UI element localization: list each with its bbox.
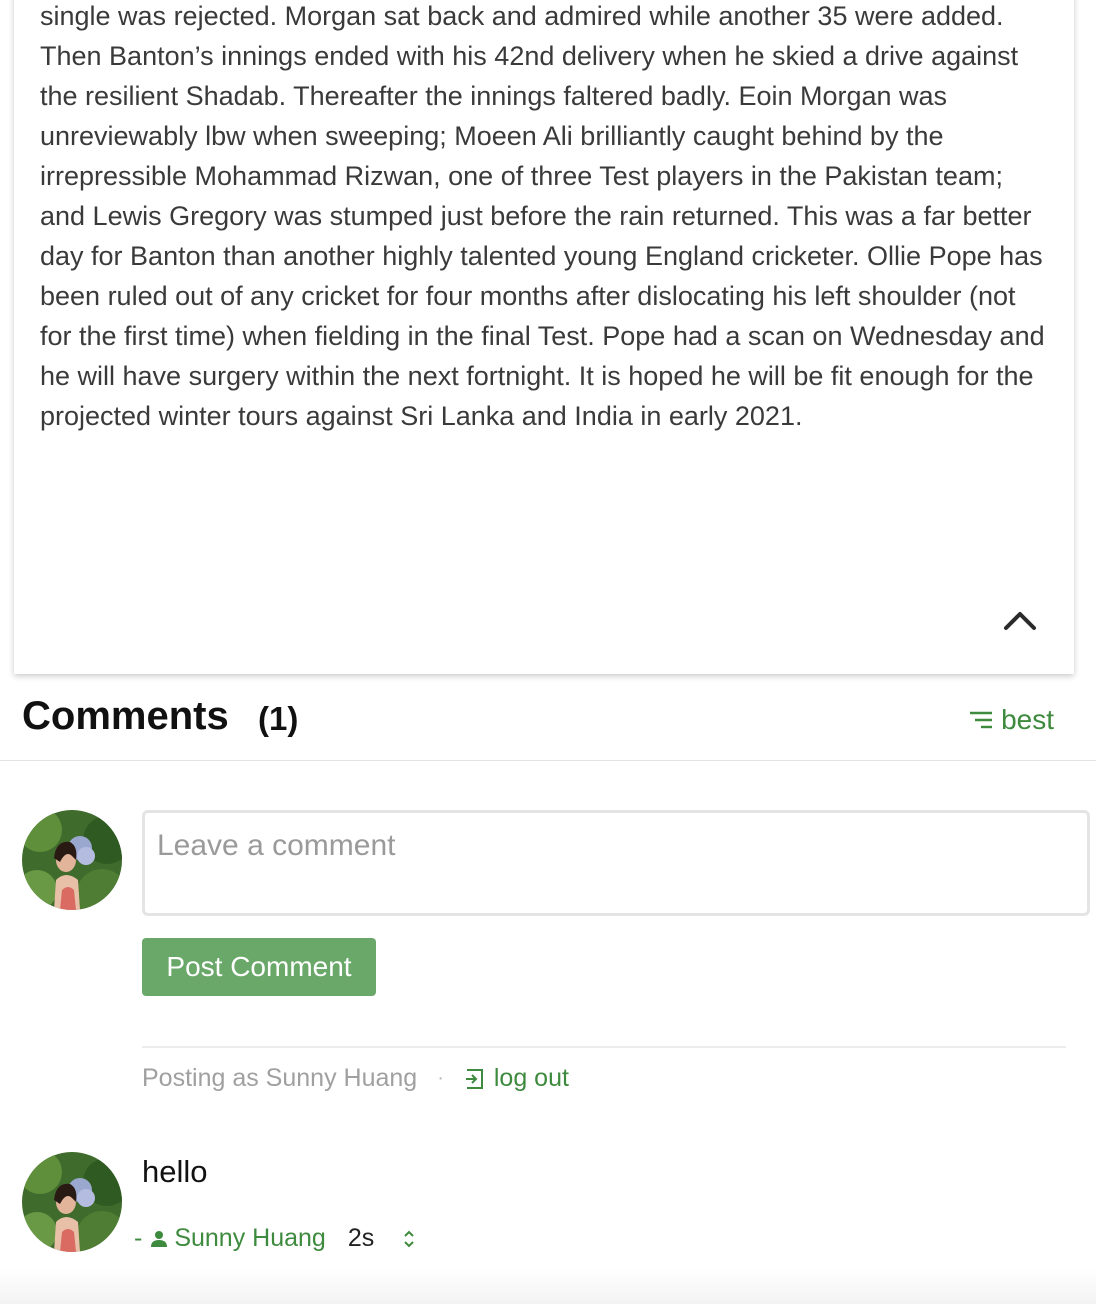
comment-input[interactable] bbox=[142, 810, 1090, 916]
logout-icon bbox=[465, 1068, 483, 1089]
posting-as-label: Posting as Sunny Huang bbox=[142, 1064, 418, 1092]
logout-link[interactable]: log out bbox=[464, 1064, 569, 1093]
sort-lines-icon bbox=[970, 711, 993, 729]
article-body: single was rejected. Morgan sat back and… bbox=[40, 1, 1045, 431]
up-down-chevron-icon bbox=[404, 1230, 414, 1247]
collapse-button[interactable] bbox=[1002, 608, 1038, 632]
logout-label: log out bbox=[493, 1064, 569, 1092]
comment-text: hello bbox=[142, 1154, 208, 1189]
sort-button[interactable]: best bbox=[969, 704, 1054, 736]
comment-author-link[interactable]: Sunny Huang bbox=[150, 1224, 326, 1253]
sort-label: best bbox=[1001, 704, 1054, 735]
comment-timestamp: 2s bbox=[347, 1224, 375, 1252]
comment-author-name: Sunny Huang bbox=[174, 1224, 326, 1252]
divider bbox=[142, 1046, 1066, 1048]
comments-title: Comments bbox=[22, 694, 229, 738]
dot-separator: · bbox=[437, 1067, 444, 1089]
chevron-up-icon bbox=[1004, 612, 1036, 630]
avatar bbox=[22, 810, 122, 910]
comments-count: (1) bbox=[258, 700, 299, 737]
comments-header: Comments (1) best bbox=[0, 676, 1096, 761]
bottom-fade bbox=[0, 1268, 1096, 1304]
post-comment-button[interactable]: Post Comment bbox=[142, 938, 376, 996]
posting-status: Posting as Sunny Huang · log out bbox=[142, 1064, 569, 1093]
article-card: single was rejected. Morgan sat back and… bbox=[14, 0, 1074, 674]
page: single was rejected. Morgan sat back and… bbox=[0, 0, 1096, 1304]
vote-toggle[interactable] bbox=[402, 1228, 416, 1250]
meta-dash: - bbox=[134, 1224, 143, 1252]
comment-author-avatar bbox=[22, 1152, 122, 1252]
user-icon bbox=[151, 1230, 168, 1247]
comment-meta: - Sunny Huang 2s bbox=[134, 1224, 416, 1253]
